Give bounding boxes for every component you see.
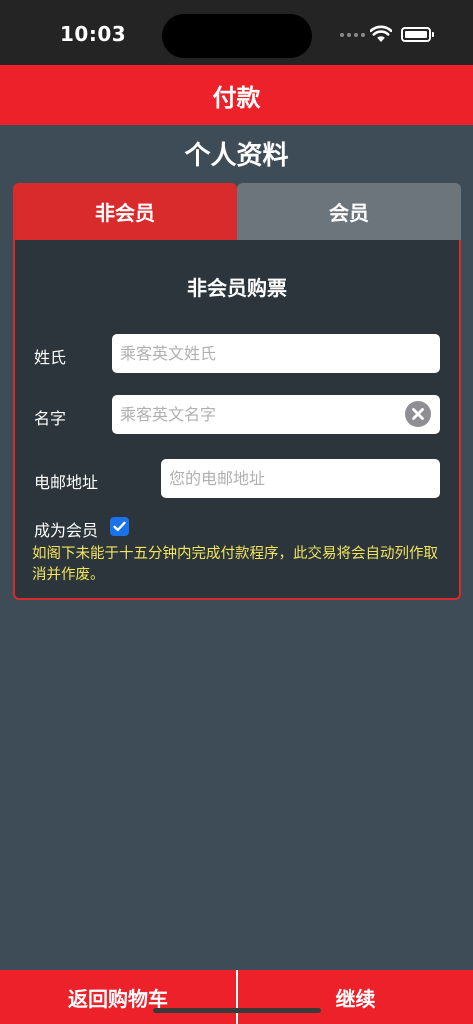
continue-button[interactable]: 继续: [238, 970, 473, 1024]
battery-icon: [401, 27, 434, 42]
given-name-label: 名字: [34, 409, 67, 428]
bottom-action-bar: 返回购物车 继续: [0, 970, 473, 1024]
tab-non-member[interactable]: 非会员: [13, 183, 237, 240]
nav-bar: 付款: [0, 65, 473, 125]
dynamic-island: [162, 14, 312, 58]
checkmark-icon: [113, 521, 126, 532]
status-time: 10:03: [60, 22, 127, 46]
cellular-signal-icon: [340, 33, 365, 37]
home-indicator: [153, 1008, 321, 1013]
close-icon: [412, 408, 424, 420]
status-bar: 10:03: [0, 0, 473, 65]
surname-label: 姓氏: [34, 348, 67, 367]
become-member-label: 成为会员: [34, 521, 99, 540]
non-member-form-panel: 非会员购票 姓氏 名字 电邮地址 成为会员 如阁下未能于十五分钟内完成付款程序，…: [13, 240, 461, 600]
tab-member[interactable]: 会员: [237, 183, 461, 240]
email-input[interactable]: [161, 459, 440, 498]
email-label: 电邮地址: [34, 473, 99, 492]
surname-input[interactable]: [112, 334, 440, 373]
nav-title: 付款: [212, 83, 261, 112]
payment-time-notice: 如阁下未能于十五分钟内完成付款程序，此交易将会自动列作取消并作废。: [32, 546, 438, 583]
wifi-icon: [370, 25, 392, 42]
form-heading: 非会员购票: [187, 276, 287, 300]
clear-icon[interactable]: [405, 401, 431, 427]
back-to-cart-button[interactable]: 返回购物车: [0, 970, 236, 1024]
section-title: 个人资料: [184, 141, 289, 171]
given-name-input[interactable]: [112, 395, 440, 434]
become-member-checkbox[interactable]: [110, 517, 129, 536]
